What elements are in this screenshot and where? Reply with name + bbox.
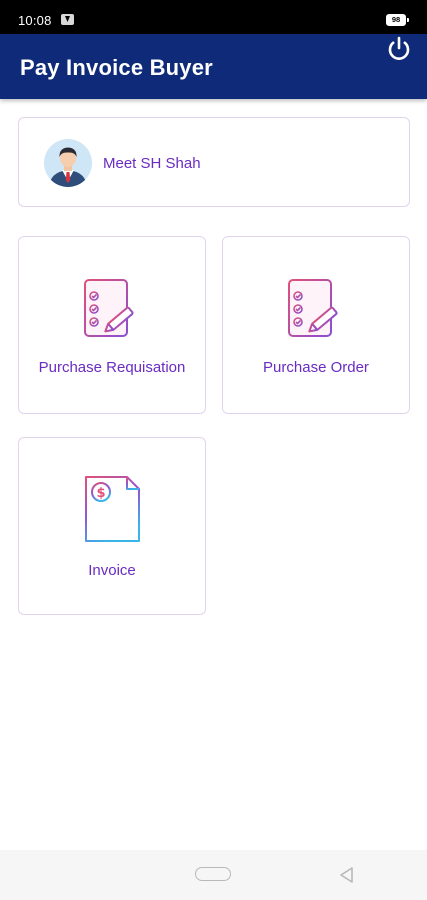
power-icon <box>388 36 410 60</box>
logout-button[interactable] <box>384 34 414 64</box>
profile-card[interactable]: Meet SH Shah <box>18 117 410 207</box>
system-nav-bar <box>0 850 427 900</box>
tile-label: Purchase Order <box>263 359 369 376</box>
status-bar: 10:08 98 <box>0 0 427 34</box>
page-title: Pay Invoice Buyer <box>20 55 213 80</box>
profile-name: Meet SH Shah <box>103 155 201 172</box>
tile-label: Invoice <box>88 562 136 579</box>
status-time: 10:08 <box>18 13 52 28</box>
tile-purchase-requisation[interactable]: Purchase Requisation <box>18 236 206 414</box>
checklist-pen-icon <box>288 275 338 337</box>
svg-text:$: $ <box>96 486 105 501</box>
invoice-dollar-icon: $ <box>85 476 140 542</box>
tile-label: Purchase Requisation <box>38 359 186 376</box>
user-avatar <box>44 139 92 187</box>
back-button[interactable] <box>338 866 354 884</box>
tile-invoice[interactable]: $ Invoice <box>18 437 206 615</box>
checklist-pen-icon <box>84 275 134 337</box>
notification-icon <box>61 14 74 25</box>
app-bar: Pay Invoice Buyer <box>0 34 427 99</box>
battery-icon: 98 <box>386 14 409 26</box>
tile-purchase-order[interactable]: Purchase Order <box>222 236 410 414</box>
home-button[interactable] <box>195 867 231 881</box>
